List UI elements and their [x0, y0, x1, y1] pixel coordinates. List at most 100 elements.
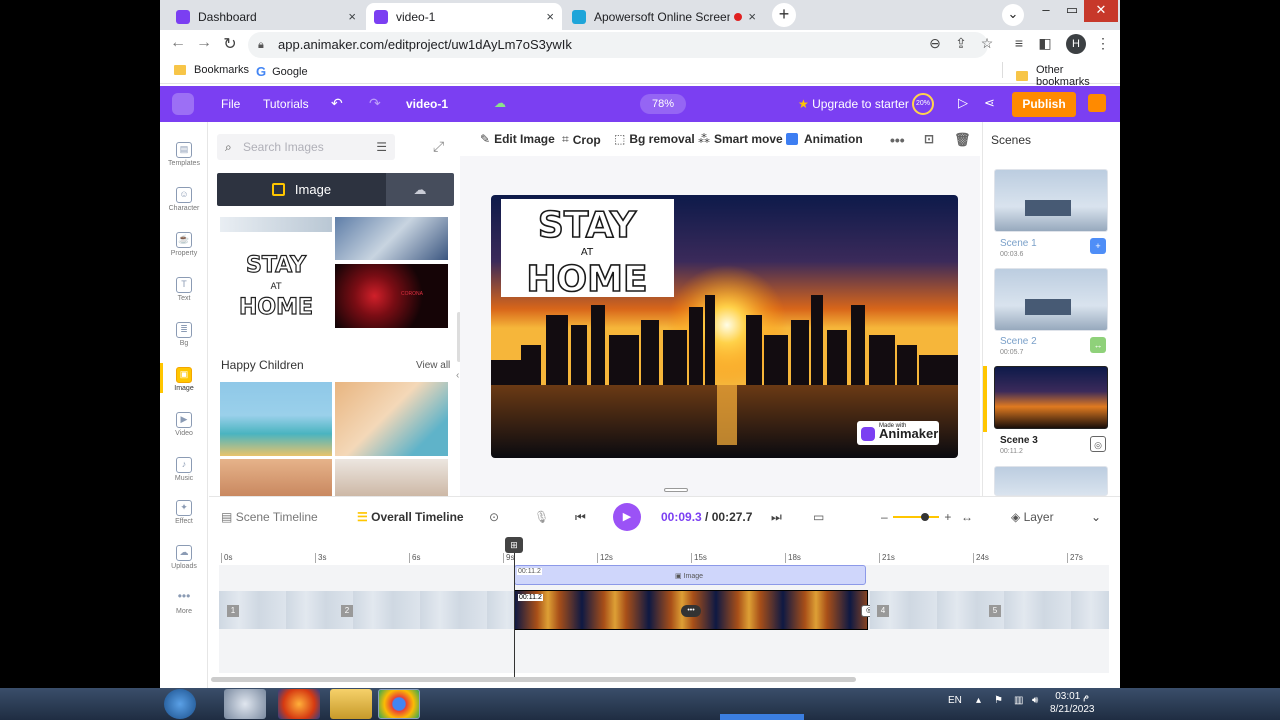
add-transition-icon[interactable]: +: [1090, 238, 1106, 254]
redo-icon[interactable]: ↷: [369, 95, 381, 112]
media-player-app[interactable]: [224, 689, 266, 719]
thumbnail-children-group[interactable]: [220, 382, 332, 456]
resize-handle[interactable]: [664, 488, 688, 492]
play-button[interactable]: ▶: [613, 503, 641, 531]
thumbnail-child-face[interactable]: [220, 459, 332, 496]
file-explorer-app[interactable]: [330, 689, 372, 719]
thumbnail-mask-person[interactable]: [220, 217, 332, 232]
camera-focus-icon[interactable]: ⊙: [489, 510, 499, 524]
bookmark-other[interactable]: Other bookmarks: [1016, 64, 1120, 88]
close-icon[interactable]: ×: [748, 9, 756, 24]
back-icon[interactable]: ←: [168, 34, 188, 52]
collapse-timeline-icon[interactable]: ⌄: [1091, 510, 1101, 524]
scene-clip-3[interactable]: 00:11.2 •••: [514, 590, 868, 630]
profile-avatar[interactable]: H: [1066, 34, 1086, 54]
bookmark-google[interactable]: G Google: [256, 64, 308, 79]
layer-dropdown[interactable]: ◈ Layer: [1011, 510, 1054, 524]
fit-icon[interactable]: ↔: [961, 510, 973, 524]
zoom-selector[interactable]: 78%: [640, 94, 686, 114]
bookmark-star-icon[interactable]: ☆: [978, 35, 996, 52]
window-close-button[interactable]: ✕: [1084, 0, 1118, 22]
lock-icon[interactable]: ⊡: [924, 132, 934, 146]
share-icon[interactable]: ⋖: [984, 95, 995, 111]
tray-flag-icon[interactable]: ⚑: [994, 695, 1003, 706]
next-icon[interactable]: ⏭︎: [771, 510, 782, 525]
forward-icon[interactable]: →: [194, 34, 214, 52]
tab-apowersoft[interactable]: Apowersoft Online Screen Re ×: [564, 3, 764, 30]
microphone-icon[interactable]: 🎙︎: [534, 510, 549, 524]
subtitle-icon[interactable]: ▭: [813, 510, 824, 524]
publish-button[interactable]: Publish: [1012, 92, 1076, 117]
bookmark-bookmarks[interactable]: Bookmarks: [174, 64, 249, 76]
more-options-icon[interactable]: •••: [890, 132, 905, 148]
transition-icon[interactable]: ◎: [1090, 436, 1106, 452]
rail-item-music[interactable]: ♪ Music: [160, 457, 208, 482]
thumbnail-baby[interactable]: [335, 459, 448, 496]
transition-icon[interactable]: ↔: [1090, 337, 1106, 353]
rail-item-effect[interactable]: ✦ Effect: [160, 500, 208, 525]
maximize-button[interactable]: ▭: [1058, 0, 1086, 22]
image-tab[interactable]: Image: [217, 173, 386, 206]
zoom-out-icon[interactable]: –: [881, 510, 888, 524]
cloud-tab[interactable]: ☁: [386, 173, 454, 206]
thumbnail-stay-at-home[interactable]: STAY AT HOME: [220, 234, 332, 328]
playhead-line[interactable]: [514, 537, 515, 677]
scene-4-thumbnail[interactable]: [994, 466, 1108, 496]
thumbnail-painted-face[interactable]: [335, 382, 448, 456]
upgrade-link[interactable]: ★ Upgrade to starter: [798, 97, 909, 111]
scene-clip-1-2[interactable]: [219, 591, 514, 629]
volume-icon[interactable]: 🔊︎: [1032, 695, 1038, 706]
smart-move-button[interactable]: ⁂ Smart move: [698, 132, 783, 146]
tutorials-menu[interactable]: Tutorials: [263, 97, 309, 111]
animaker-logo-icon[interactable]: [172, 93, 194, 115]
language-indicator[interactable]: EN: [948, 695, 962, 706]
image-clip[interactable]: 00:11.2 ▣ Image: [514, 565, 866, 585]
previous-icon[interactable]: ⏮︎: [575, 510, 586, 525]
scene-timeline-tab[interactable]: ▤ Scene Timeline: [221, 510, 318, 524]
rail-item-video[interactable]: ▶ Video: [160, 412, 208, 437]
scene-3-thumbnail[interactable]: [994, 366, 1108, 429]
thumbnail-corona[interactable]: CORONA: [335, 264, 448, 328]
crop-button[interactable]: ⌗ Crop: [562, 132, 601, 147]
delete-icon[interactable]: 🗑︎: [954, 132, 971, 148]
bg-removal-button[interactable]: ⬚ Bg removal: [614, 132, 695, 146]
zoom-slider[interactable]: – +: [881, 510, 951, 524]
minimize-button[interactable]: –: [1032, 0, 1060, 22]
zoom-track[interactable]: [893, 513, 940, 521]
filter-icon[interactable]: ☰: [376, 134, 387, 160]
new-tab-button[interactable]: +: [772, 3, 796, 27]
rail-item-image[interactable]: ▣ Image: [160, 363, 208, 393]
animation-button[interactable]: Animation: [786, 132, 863, 146]
clip-options-icon[interactable]: •••: [681, 605, 701, 617]
zoom-thumb[interactable]: [921, 513, 930, 521]
preview-play-icon[interactable]: ▷: [958, 95, 968, 111]
rail-item-bg[interactable]: ≣ Bg: [160, 322, 208, 347]
crown-icon[interactable]: [1088, 94, 1106, 112]
rail-item-uploads[interactable]: ☁ Uploads: [160, 545, 208, 570]
tab-dashboard[interactable]: Dashboard ×: [168, 3, 364, 30]
rail-item-more[interactable]: ••• More: [160, 590, 208, 616]
reading-list-icon[interactable]: ≡: [1010, 35, 1028, 51]
clock[interactable]: 03:01 م 8/21/2023: [1050, 690, 1095, 716]
thumbnail-airport[interactable]: [335, 217, 448, 260]
menu-icon[interactable]: ⋮: [1094, 35, 1112, 52]
rail-item-templates[interactable]: ▤ Templates: [160, 142, 208, 167]
reload-icon[interactable]: ↻: [220, 34, 240, 54]
firefox-app[interactable]: [278, 689, 320, 719]
playhead-handle[interactable]: ⊞: [505, 537, 523, 553]
scene-2-thumbnail[interactable]: [994, 268, 1108, 331]
undo-icon[interactable]: ↶: [331, 95, 343, 112]
network-icon[interactable]: ▥: [1014, 695, 1023, 706]
close-icon[interactable]: ×: [348, 9, 356, 24]
overall-timeline-tab[interactable]: ☰ Overall Timeline: [357, 510, 464, 524]
share-icon[interactable]: ⇪: [952, 35, 970, 52]
stay-at-home-image[interactable]: STAY AT HOME: [501, 199, 674, 301]
view-all-link[interactable]: View all: [416, 360, 450, 371]
rail-item-text[interactable]: T Text: [160, 277, 208, 302]
start-button[interactable]: [164, 689, 196, 719]
timeline-scrollbar[interactable]: [211, 677, 856, 682]
tab-search-icon[interactable]: ⌄: [1002, 4, 1024, 26]
rail-item-character[interactable]: ☺ Character: [160, 187, 208, 212]
project-name[interactable]: video-1: [406, 97, 448, 111]
url-field[interactable]: 🔒︎ app.animaker.com/editproject/uw1dAyLm…: [248, 32, 988, 58]
